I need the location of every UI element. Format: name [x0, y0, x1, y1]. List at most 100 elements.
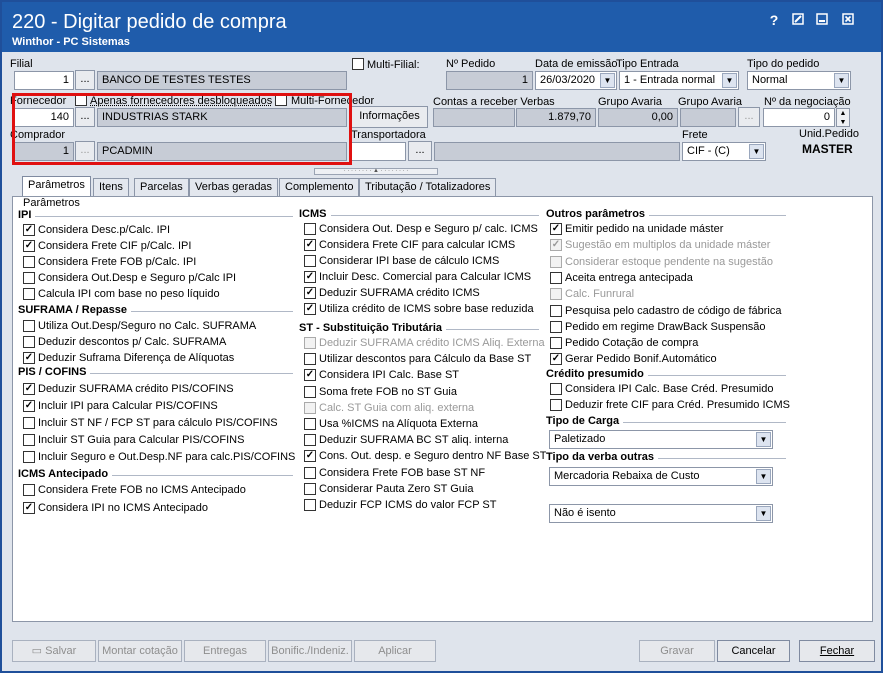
tipo-carga-select[interactable]: Paletizado ▼: [549, 430, 773, 449]
chevron-down-icon[interactable]: ▼: [600, 73, 615, 88]
data-emissao-picker[interactable]: 26/03/2020 ▼: [535, 71, 617, 90]
chevron-down-icon[interactable]: ▼: [722, 73, 737, 88]
checkbox[interactable]: ✓: [23, 400, 35, 412]
checkbox[interactable]: [23, 256, 35, 268]
entregas-button[interactable]: Entregas: [184, 640, 266, 662]
tab-parcelas[interactable]: Parcelas: [134, 178, 189, 196]
checkbox[interactable]: ✓: [304, 287, 316, 299]
collapse-splitter[interactable]: · · · · · · · · ▲ · · · · · · · ·: [314, 168, 438, 175]
negociacao-input[interactable]: 0: [763, 108, 835, 127]
checkbox[interactable]: [23, 272, 35, 284]
checkbox[interactable]: ✓: [23, 240, 35, 252]
checkbox[interactable]: [304, 482, 316, 495]
tipo-verba-select[interactable]: Mercadoria Rebaixa de Custo ▼: [549, 467, 773, 486]
tipo-carga-select-value: Paletizado: [554, 433, 606, 445]
checkbox[interactable]: ✓: [23, 352, 35, 364]
salvar-button[interactable]: ▭ Salvar: [12, 640, 96, 662]
checkbox[interactable]: [23, 417, 35, 429]
checkbox-label: Utiliza crédito de ICMS sobre base reduz…: [319, 303, 534, 315]
minimize-icon[interactable]: [814, 12, 830, 28]
checkbox[interactable]: ✓: [304, 450, 316, 463]
chevron-down-icon[interactable]: ▼: [756, 432, 771, 447]
checkbox[interactable]: ✓: [304, 369, 316, 382]
checkbox[interactable]: [550, 255, 562, 268]
checkbox-label: Deduzir SUFRAMA crédito ICMS Aliq. Exter…: [319, 337, 545, 349]
window-subtitle: Winthor - PC Sistemas: [12, 36, 130, 48]
tipo-pedido-value: Normal: [752, 74, 788, 86]
section-title: Outros parâmetros: [546, 208, 650, 220]
filial-code-input[interactable]: 1: [14, 71, 74, 90]
spin-down-icon[interactable]: ▼: [837, 118, 849, 127]
chevron-down-icon[interactable]: ▼: [756, 506, 771, 521]
tab-itens[interactable]: Itens: [93, 178, 129, 196]
checkbox[interactable]: ✓: [304, 239, 316, 251]
checkbox[interactable]: [550, 288, 562, 301]
close-icon[interactable]: [840, 12, 856, 28]
checkbox-label: Calc. Funrural: [565, 288, 635, 301]
bonific-button[interactable]: Bonific./Indeniz.: [268, 640, 352, 662]
checkbox[interactable]: [304, 499, 316, 511]
checkbox[interactable]: [304, 401, 316, 414]
checkbox[interactable]: [23, 288, 35, 300]
checkbox[interactable]: [23, 484, 35, 496]
checkbox[interactable]: ✓: [23, 502, 35, 514]
cancelar-button[interactable]: Cancelar: [717, 640, 790, 662]
multifilial-checkbox[interactable]: [352, 58, 364, 70]
checkbox[interactable]: ✓: [304, 303, 316, 315]
aplicar-button[interactable]: Aplicar: [354, 640, 436, 662]
checkbox[interactable]: [304, 353, 316, 366]
section-title: ICMS Antecipado: [18, 468, 113, 480]
checkbox[interactable]: [304, 337, 316, 349]
chevron-down-icon[interactable]: ▼: [756, 469, 771, 484]
tab-verbas-geradas[interactable]: Verbas geradas: [189, 178, 279, 196]
transportadora-search-button[interactable]: ...: [408, 141, 432, 161]
checkbox[interactable]: ✓: [23, 383, 35, 395]
checkbox[interactable]: [304, 434, 316, 447]
checkbox[interactable]: ✓: [550, 353, 562, 366]
checkbox[interactable]: [304, 466, 316, 479]
checkbox[interactable]: [304, 223, 316, 235]
checkbox[interactable]: [23, 451, 35, 463]
frete-select[interactable]: CIF - (C) ▼: [682, 142, 766, 161]
tipo-entrada-select[interactable]: 1 - Entrada normal ▼: [619, 71, 739, 90]
negociacao-spinner[interactable]: ▲ ▼: [836, 108, 850, 127]
checkbox[interactable]: [550, 320, 562, 333]
chevron-down-icon[interactable]: ▼: [834, 73, 849, 88]
checkbox[interactable]: [550, 304, 562, 317]
checkbox[interactable]: [304, 385, 316, 398]
transportadora-code-input[interactable]: [351, 142, 406, 161]
isento-select[interactable]: Não é isento ▼: [549, 504, 773, 523]
checkbox[interactable]: [550, 383, 562, 395]
checkbox[interactable]: [550, 399, 562, 411]
spin-up-icon[interactable]: ▲: [837, 109, 849, 118]
tab-parametros[interactable]: Parâmetros: [22, 176, 91, 197]
montar-cotacao-button[interactable]: Montar cotação: [98, 640, 182, 662]
checkbox[interactable]: [304, 418, 316, 430]
section-title: SUFRAMA / Repasse: [18, 304, 132, 316]
fechar-button[interactable]: Fechar: [799, 640, 875, 662]
checkbox[interactable]: ✓: [304, 271, 316, 283]
checkbox[interactable]: [23, 320, 35, 332]
edit-icon[interactable]: [790, 12, 806, 28]
checkbox[interactable]: [550, 271, 562, 284]
tab-complemento[interactable]: Complemento: [279, 178, 360, 196]
checkbox-label: Considera Frete FOB base ST NF: [319, 466, 486, 479]
checkbox[interactable]: [23, 434, 35, 446]
grupo-avaria-search-button[interactable]: ...: [738, 107, 760, 127]
checkbox[interactable]: [304, 255, 316, 267]
checkbox[interactable]: [550, 337, 562, 350]
checkbox[interactable]: ✓: [23, 224, 35, 236]
filial-search-button[interactable]: ...: [75, 70, 95, 90]
checkbox-label: Incluir Desc. Comercial para Calcular IC…: [319, 271, 532, 283]
panel-title: Parâmetros: [23, 197, 80, 209]
gravar-button[interactable]: Gravar: [639, 640, 715, 662]
informacoes-button[interactable]: Informações: [351, 106, 428, 128]
tipo-pedido-select[interactable]: Normal ▼: [747, 71, 851, 90]
help-icon[interactable]: ?: [766, 12, 782, 28]
checkbox[interactable]: [23, 336, 35, 348]
checkbox[interactable]: ✓: [550, 239, 562, 252]
unid-pedido-value: MASTER: [802, 142, 853, 156]
chevron-down-icon[interactable]: ▼: [749, 144, 764, 159]
checkbox[interactable]: ✓: [550, 223, 562, 235]
tab-tributacao[interactable]: Tributação / Totalizadores: [359, 178, 497, 196]
